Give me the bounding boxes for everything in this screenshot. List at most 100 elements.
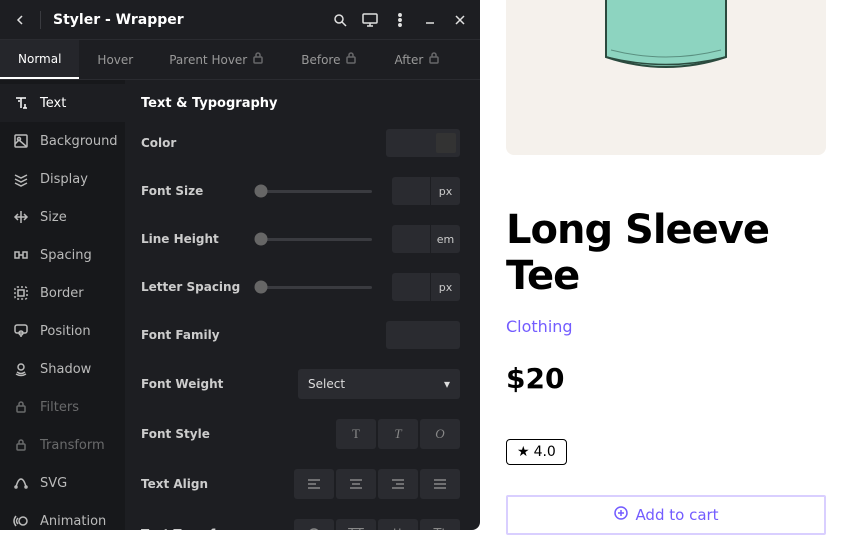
transform-upper[interactable]: TT — [336, 519, 376, 530]
align-justify[interactable] — [420, 469, 460, 499]
plus-circle-icon — [613, 505, 629, 525]
shadow-icon — [12, 360, 30, 378]
rating-value: 4.0 — [534, 444, 556, 460]
lock-icon — [12, 436, 30, 454]
desktop-icon[interactable] — [362, 12, 378, 28]
sidebar-item-animation[interactable]: Animation — [0, 502, 125, 530]
property-font-size: Font Size px — [141, 177, 460, 205]
label-line-height: Line Height — [141, 232, 251, 246]
back-icon[interactable] — [12, 12, 28, 28]
sidebar-item-filters[interactable]: Filters — [0, 388, 125, 426]
font-family-input[interactable] — [386, 321, 460, 349]
display-icon — [12, 170, 30, 188]
font-size-unit[interactable]: px — [430, 177, 460, 205]
property-text-align: Text Align — [141, 469, 460, 499]
property-font-style: Font Style T T O — [141, 419, 460, 449]
font-style-oblique[interactable]: O — [420, 419, 460, 449]
product-rating: ★ 4.0 — [506, 439, 567, 465]
sidebar-item-display[interactable]: Display — [0, 160, 125, 198]
property-line-height: Line Height em — [141, 225, 460, 253]
sidebar-item-size[interactable]: Size — [0, 198, 125, 236]
sidebar-item-text[interactable]: Text — [0, 84, 125, 122]
sidebar-item-transform[interactable]: Transform — [0, 426, 125, 464]
panel-title: Styler - Wrapper — [53, 12, 324, 28]
sidebar-item-label: Filters — [40, 400, 79, 415]
line-height-slider[interactable] — [261, 238, 372, 241]
label-text-align: Text Align — [141, 477, 251, 491]
line-height-unit[interactable]: em — [430, 225, 460, 253]
animation-icon — [12, 512, 30, 530]
tab-before[interactable]: Before — [283, 40, 376, 79]
sidebar-item-label: Shadow — [40, 362, 91, 377]
line-height-input[interactable] — [392, 225, 430, 253]
styler-panel: Styler - Wrapper NormalHoverParent Hover… — [0, 0, 480, 530]
lock-icon — [12, 398, 30, 416]
sidebar-item-spacing[interactable]: Spacing — [0, 236, 125, 274]
label-font-family: Font Family — [141, 328, 251, 342]
properties-main: Text & Typography Color Font Size px Lin… — [125, 80, 480, 530]
tab-hover[interactable]: Hover — [79, 40, 151, 79]
background-icon — [12, 132, 30, 150]
sidebar-item-label: Size — [40, 210, 67, 225]
titlebar: Styler - Wrapper — [0, 0, 480, 40]
transform-lower[interactable]: tt — [378, 519, 418, 530]
sidebar-item-background[interactable]: Background — [0, 122, 125, 160]
align-left[interactable] — [294, 469, 334, 499]
minimize-icon[interactable] — [422, 12, 438, 28]
sidebar: Text Background Display Size Spacing Border Po… — [0, 80, 125, 530]
svg-icon — [12, 474, 30, 492]
more-icon[interactable] — [392, 12, 408, 28]
shirt-illustration — [576, 0, 756, 82]
add-to-cart-label: Add to cart — [635, 506, 718, 524]
property-font-family: Font Family — [141, 321, 460, 349]
sidebar-item-svg[interactable]: SVG — [0, 464, 125, 502]
tab-parent-hover[interactable]: Parent Hover — [151, 40, 283, 79]
text-icon — [12, 94, 30, 112]
sidebar-item-label: Transform — [40, 438, 105, 453]
align-center[interactable] — [336, 469, 376, 499]
lock-icon — [251, 51, 265, 68]
font-weight-select[interactable]: Select▾ — [298, 369, 460, 399]
product-category[interactable]: Clothing — [506, 317, 837, 336]
divider — [40, 11, 41, 29]
label-font-style: Font Style — [141, 427, 251, 441]
sidebar-item-label: Display — [40, 172, 88, 187]
font-size-input[interactable] — [392, 177, 430, 205]
tab-after[interactable]: After — [376, 40, 459, 79]
transform-capitalize[interactable]: Tt — [420, 519, 460, 530]
font-style-normal[interactable]: T — [336, 419, 376, 449]
sidebar-item-label: Text — [40, 96, 66, 111]
lock-icon — [344, 51, 358, 68]
sidebar-item-border[interactable]: Border — [0, 274, 125, 312]
star-icon: ★ — [517, 444, 530, 460]
color-input[interactable] — [386, 129, 460, 157]
add-to-cart-button[interactable]: Add to cart — [506, 495, 826, 535]
align-right[interactable] — [378, 469, 418, 499]
sidebar-item-position[interactable]: Position — [0, 312, 125, 350]
transform-none[interactable] — [294, 519, 334, 530]
font-size-slider[interactable] — [261, 190, 372, 193]
letter-spacing-slider[interactable] — [261, 286, 372, 289]
product-price: $20 — [506, 362, 837, 395]
sidebar-item-shadow[interactable]: Shadow — [0, 350, 125, 388]
letter-spacing-unit[interactable]: px — [430, 273, 460, 301]
sidebar-item-label: Border — [40, 286, 84, 301]
property-color: Color — [141, 129, 460, 157]
preview-area: Long Sleeve Tee Clothing $20 ★ 4.0 Add t… — [480, 0, 847, 530]
sidebar-item-label: Background — [40, 134, 118, 149]
sidebar-item-label: Spacing — [40, 248, 92, 263]
font-style-italic[interactable]: T — [378, 419, 418, 449]
sidebar-item-label: Position — [40, 324, 91, 339]
section-title: Text & Typography — [141, 96, 460, 111]
state-tabs: NormalHoverParent HoverBeforeAfter — [0, 40, 480, 80]
label-letter-spacing: Letter Spacing — [141, 280, 251, 294]
property-font-weight: Font Weight Select▾ — [141, 369, 460, 399]
letter-spacing-input[interactable] — [392, 273, 430, 301]
tab-normal[interactable]: Normal — [0, 40, 79, 79]
sidebar-item-label: SVG — [40, 476, 67, 491]
close-icon[interactable] — [452, 12, 468, 28]
position-icon — [12, 322, 30, 340]
label-font-weight: Font Weight — [141, 377, 251, 391]
search-icon[interactable] — [332, 12, 348, 28]
border-icon — [12, 284, 30, 302]
